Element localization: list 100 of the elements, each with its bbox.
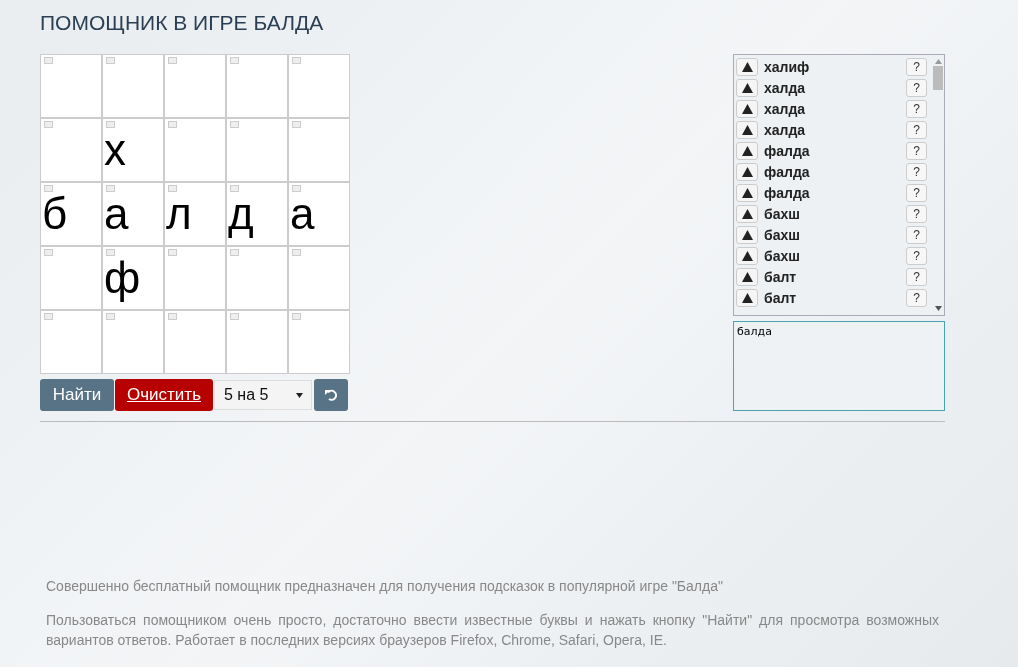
letter-cell[interactable]: х (102, 118, 164, 182)
letter-cell[interactable] (288, 118, 350, 182)
word-item[interactable]: халда (764, 79, 906, 96)
image-icon (106, 313, 115, 320)
hint-button[interactable]: ? (906, 288, 927, 307)
page-title: ПОМОЩНИК В ИГРЕ БАЛДА (40, 10, 325, 36)
letter-cell[interactable] (288, 310, 350, 374)
letter-cell[interactable] (226, 54, 288, 118)
triangle-button[interactable] (736, 120, 758, 139)
letter-cell[interactable] (288, 246, 350, 310)
image-icon (230, 57, 239, 64)
hint-button[interactable]: ? (906, 120, 927, 139)
hint-button[interactable]: ? (906, 183, 927, 202)
triangle-button[interactable] (736, 225, 758, 244)
image-icon (106, 121, 115, 128)
letter-cell[interactable] (164, 310, 226, 374)
word-item[interactable]: халда (764, 100, 906, 117)
scrollbar-thumb[interactable] (933, 66, 943, 90)
description-text: Совершенно бесплатный помощник предназначен для получения подсказок в популярной игре "Балда" (46, 577, 724, 596)
letter-cell[interactable] (164, 118, 226, 182)
image-icon (168, 185, 177, 192)
image-icon (44, 185, 53, 192)
triangle-button[interactable] (736, 204, 758, 223)
image-icon (230, 185, 239, 192)
word-item[interactable]: фалда (764, 142, 906, 159)
triangle-icon (741, 61, 753, 72)
image-icon (292, 57, 301, 64)
word-item[interactable]: фалда (764, 184, 906, 201)
word-item[interactable]: халиф (764, 58, 906, 75)
hint-button[interactable]: ? (906, 99, 927, 118)
letter-cell[interactable] (40, 310, 102, 374)
word-item[interactable]: халда (764, 121, 906, 138)
scroll-up-icon (934, 59, 942, 64)
triangle-button[interactable] (736, 162, 758, 181)
undo-button[interactable] (314, 379, 348, 411)
letter-cell[interactable] (40, 54, 102, 118)
image-icon (106, 57, 115, 64)
find-button[interactable]: Найти (40, 379, 114, 411)
letter-cell[interactable]: д (226, 182, 288, 246)
image-icon (44, 57, 53, 64)
triangle-icon (741, 250, 753, 261)
letter-cell[interactable] (164, 54, 226, 118)
letter-cell[interactable]: б (40, 182, 102, 246)
size-select[interactable]: 5 на 5 (214, 380, 312, 410)
image-icon (168, 57, 177, 64)
triangle-icon (741, 229, 753, 240)
hint-button[interactable]: ? (906, 57, 927, 76)
letter-cell[interactable] (40, 118, 102, 182)
hint-button[interactable]: ? (906, 162, 927, 181)
word-item[interactable]: балт (764, 268, 906, 285)
letter-cell[interactable]: ф (102, 246, 164, 310)
image-icon (292, 249, 301, 256)
image-icon (230, 313, 239, 320)
letter-cell[interactable] (288, 54, 350, 118)
triangle-icon (741, 271, 753, 282)
notes-field[interactable]: балда (733, 321, 945, 411)
word-item[interactable]: бахш (764, 226, 906, 243)
letter-cell[interactable]: а (288, 182, 350, 246)
letter-cell[interactable] (102, 54, 164, 118)
letter-cell[interactable]: а (102, 182, 164, 246)
hint-button[interactable]: ? (906, 246, 927, 265)
letter-cell[interactable] (102, 310, 164, 374)
triangle-icon (741, 145, 753, 156)
letter-cell[interactable] (164, 246, 226, 310)
letter-cell[interactable] (40, 246, 102, 310)
image-icon (292, 185, 301, 192)
letter-cell[interactable] (226, 118, 288, 182)
image-icon (168, 121, 177, 128)
letter-cell[interactable]: л (164, 182, 226, 246)
triangle-icon (741, 103, 753, 114)
triangle-icon (741, 292, 753, 303)
triangle-button[interactable] (736, 99, 758, 118)
scroll-down-icon (934, 306, 942, 311)
image-icon (106, 185, 115, 192)
triangle-button[interactable] (736, 141, 758, 160)
image-icon (168, 249, 177, 256)
triangle-button[interactable] (736, 267, 758, 286)
letter-cell[interactable] (226, 246, 288, 310)
word-item[interactable]: фалда (764, 163, 906, 180)
hint-button[interactable]: ? (906, 267, 927, 286)
hint-button[interactable]: ? (906, 225, 927, 244)
image-icon (230, 121, 239, 128)
word-item[interactable]: бахш (764, 247, 906, 264)
image-icon (106, 249, 115, 256)
word-item[interactable]: балт (764, 289, 906, 306)
triangle-button[interactable] (736, 57, 758, 76)
letter-cell[interactable] (226, 310, 288, 374)
caret-icon (296, 392, 303, 398)
triangle-button[interactable] (736, 288, 758, 307)
description-text: Пользоваться помощником очень просто, достаточно ввести известные буквы и нажать кнопку "Найти" для просмотра возможных вариантов ответов. Работает в последних версиях браузеров Firefox, Chrome, Safari, Opera, IE. (46, 611, 939, 650)
clear-button[interactable]: Очистить (115, 379, 213, 411)
image-icon (292, 121, 301, 128)
triangle-button[interactable] (736, 78, 758, 97)
image-icon (230, 249, 239, 256)
word-item[interactable]: бахш (764, 205, 906, 222)
triangle-button[interactable] (736, 183, 758, 202)
hint-button[interactable]: ? (906, 78, 927, 97)
hint-button[interactable]: ? (906, 141, 927, 160)
triangle-button[interactable] (736, 246, 758, 265)
hint-button[interactable]: ? (906, 204, 927, 223)
